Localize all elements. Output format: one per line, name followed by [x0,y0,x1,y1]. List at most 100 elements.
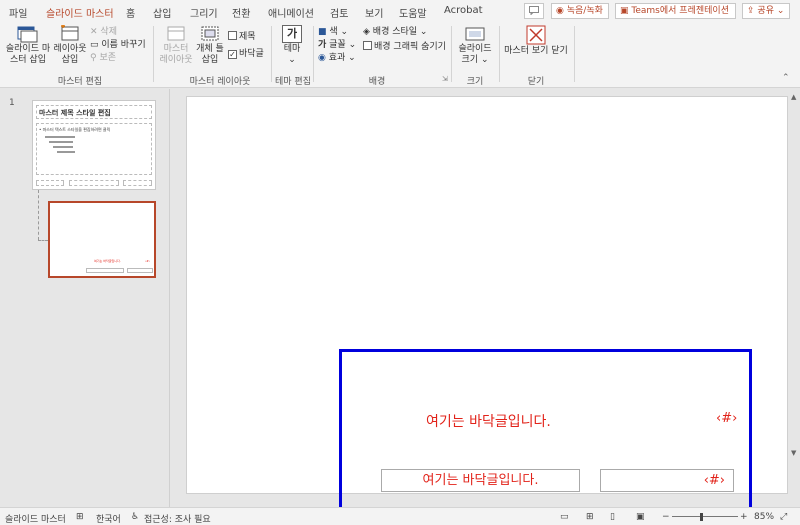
bullet-line [49,141,73,143]
reading-view-icon[interactable]: ▯ [610,512,615,522]
close-icon [526,25,546,45]
rename-button[interactable]: ▭ 이름 바꾸기 [90,40,146,51]
vertical-scrollbar[interactable]: ▲ ▼ [789,89,800,507]
share-button[interactable]: ⇪ 공유 ⌄ [742,3,790,19]
fit-slide-icon[interactable]: ⤢ [780,512,787,522]
insert-layout-button[interactable]: 레이아웃 삽입 [52,25,88,66]
zoom-slider[interactable] [672,516,738,517]
hide-bg-graphics-checkbox[interactable]: 배경 그래픽 숨기기 [363,41,446,53]
group-label-master-edit: 마스터 편집 [57,77,103,87]
ribbon-tabs: 파일 슬라이드 마스터 홈 삽입 그리기 전환 애니메이션 검토 보기 도움말 … [0,0,800,24]
dialog-launcher-icon[interactable]: ⇲ [442,74,448,85]
insert-layout-line1: 레이아웃 [53,44,87,54]
scroll-up-icon[interactable]: ▲ [791,93,796,101]
background-styles-button[interactable]: ◈ 배경 스타일 ⌄ [363,27,427,38]
master-body-text: • 마스터 텍스트 스타일을 편집하려면 클릭 [39,127,111,132]
title-checkbox[interactable]: 제목 [228,31,256,43]
number-placeholder [123,180,152,186]
ribbon-separator [574,26,575,82]
master-layout-button[interactable]: 마스터 레이아웃 [159,25,193,66]
bg-styles-icon: ◈ [363,27,370,37]
master-body-placeholder: • 마스터 텍스트 스타일을 편집하려면 클릭 [36,123,152,175]
fonts-button[interactable]: 가 글꼴 ⌄ [318,40,356,51]
colors-button[interactable]: ■ 색 ⌄ [318,27,348,38]
insert-master-icon [17,26,38,43]
group-label-close: 닫기 [527,77,545,87]
tab-transitions[interactable]: 전환 [232,5,250,20]
status-language[interactable]: 한국어 [96,512,121,525]
group-label-size: 크기 [466,77,484,87]
highlight-rectangle [339,349,752,521]
tab-help[interactable]: 도움말 [399,5,427,20]
slide-size-button[interactable]: 슬라이드 크기 ⌄ [456,25,494,66]
zoom-in-icon[interactable]: + [740,512,748,522]
checkbox-empty-icon [363,41,372,50]
teams-icon: ▣ [620,6,629,16]
layout-connector [38,190,39,240]
rename-icon: ▭ [90,40,99,50]
ribbon-separator [451,26,452,82]
tab-acrobat[interactable]: Acrobat [444,5,483,16]
share-icon: ⇪ [747,6,755,16]
effects-label: 효과 [328,53,346,63]
ribbon-separator [313,26,314,82]
teams-present-button[interactable]: ▣ Teams에서 프레젠테이션 [615,3,736,19]
hide-bg-label: 배경 그래픽 숨기기 [374,42,446,52]
master-layout-icon [167,26,185,41]
effects-button[interactable]: ◉ 효과 ⌄ [318,53,356,64]
footer-checkbox[interactable]: ✓ 바닥글 [228,49,264,60]
delete-button[interactable]: ✕ 삭제 [90,27,117,38]
record-icon: ◉ [556,6,564,16]
fonts-label: 글꼴 [329,40,346,50]
bullet-line [53,146,73,148]
slide-size-line2: 크기 [461,55,479,65]
tab-animations[interactable]: 애니메이션 [268,5,314,20]
record-button[interactable]: ◉ 녹음/녹화 [551,3,609,19]
zoom-slider-thumb[interactable] [700,513,703,521]
master-thumbnail[interactable]: 마스터 제목 스타일 편집 • 마스터 텍스트 스타일을 편집하려면 클릭 [32,100,156,190]
footer-placeholder [69,180,119,186]
preserve-button[interactable]: ⚲ 보존 [90,53,116,64]
sorter-view-icon[interactable]: ⊞ [586,512,594,522]
status-accessibility[interactable]: 접근성: 조사 필요 [144,512,211,525]
preserve-label: 보존 [99,53,117,63]
rename-label: 이름 바꾸기 [101,40,146,50]
scroll-down-icon[interactable]: ▼ [791,449,796,457]
theme-label: 테마 [283,44,301,54]
colors-label: 색 [329,27,338,37]
normal-view-icon[interactable]: ▭ [560,512,569,522]
insert-layout-icon [61,25,79,41]
delete-label: 삭제 [100,27,117,37]
checkbox-empty-icon [228,31,237,40]
insert-placeholder-line2: 삽입 [201,55,219,65]
zoom-level[interactable]: 85% [754,512,774,522]
slide-size-line1: 슬라이드 [458,44,492,54]
delete-icon: ✕ [90,27,98,37]
collapse-ribbon-icon[interactable]: ⌃ [782,73,790,84]
thumb-footer-text: 여기는 바닥글입니다. [94,259,121,263]
layout-connector [38,240,48,241]
spelling-icon[interactable]: ⊞ [76,512,84,522]
group-label-background: 배경 [368,77,386,87]
colors-icon: ■ [318,27,327,37]
zoom-out-icon[interactable]: − [662,512,670,522]
tab-file[interactable]: 파일 [9,5,27,20]
close-master-label: 마스터 보기 닫기 [504,46,568,56]
effects-icon: ◉ [318,53,326,63]
teams-label: Teams에서 프레젠테이션 [631,6,729,16]
insert-slide-master-button[interactable]: 슬라이드 마 스터 삽입 [5,25,51,66]
tab-draw[interactable]: 그리기 [190,5,218,20]
tab-insert[interactable]: 삽입 [153,5,171,20]
comments-button[interactable] [524,3,544,19]
ribbon-separator [499,26,500,82]
tab-home[interactable]: 홈 [126,5,135,20]
insert-placeholder-button[interactable]: 개체 틀 삽입 [194,25,226,66]
insert-master-line2: 스터 삽입 [10,55,46,65]
slideshow-icon[interactable]: ▣ [636,512,645,522]
theme-button[interactable]: 가 테마 ⌄ [277,25,307,66]
tab-view[interactable]: 보기 [365,5,383,20]
tab-review[interactable]: 검토 [330,5,348,20]
ribbon: 슬라이드 마 스터 삽입 레이아웃 삽입 ✕ 삭제 ▭ 이름 바꾸기 ⚲ 보존 … [0,22,800,88]
close-master-view-button[interactable]: 마스터 보기 닫기 [503,25,569,57]
layout-thumbnail-selected[interactable]: 여기는 바닥글입니다. ‹#› [48,201,156,278]
